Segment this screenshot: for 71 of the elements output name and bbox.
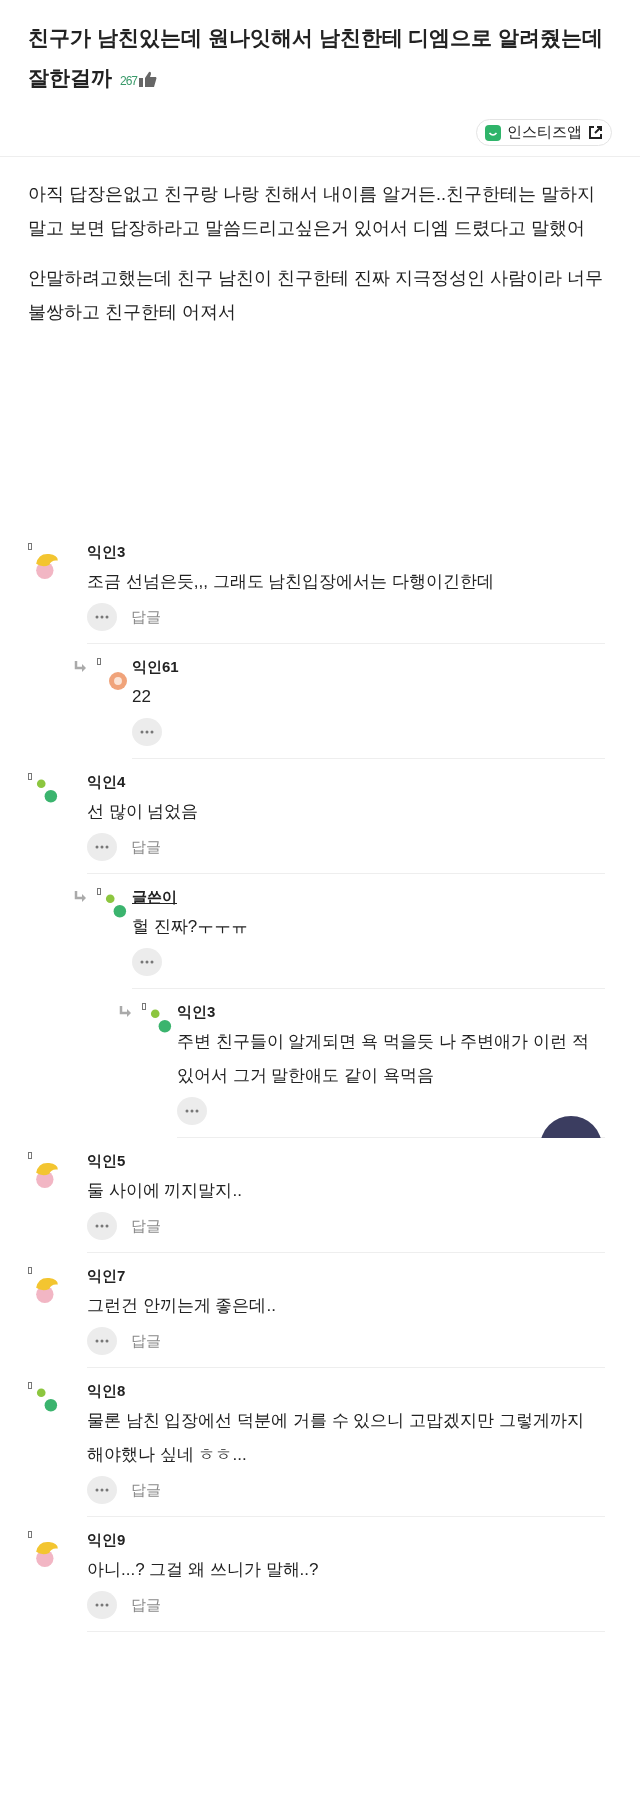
- comment-author: 글쓴이: [132, 887, 178, 907]
- comment-author: 익인5: [87, 1151, 127, 1171]
- reply-button[interactable]: 답글: [131, 1216, 161, 1236]
- more-button[interactable]: [87, 1327, 117, 1355]
- ellipsis-icon: [185, 1109, 199, 1113]
- app-icon: [485, 124, 501, 141]
- reply-button[interactable]: 답글: [131, 1480, 161, 1500]
- avatar-icon: [36, 779, 58, 803]
- ellipsis-icon: [95, 1224, 109, 1228]
- broken-image-icon: [28, 543, 32, 550]
- ellipsis-icon: [140, 730, 154, 734]
- reply-button[interactable]: 답글: [131, 837, 161, 857]
- more-button[interactable]: [177, 1097, 207, 1125]
- reply-button[interactable]: 답글: [131, 1595, 161, 1615]
- comment-author: 익인3: [177, 1002, 217, 1022]
- reply-button[interactable]: 답글: [131, 1331, 161, 1351]
- reply-button[interactable]: 답글: [131, 607, 161, 627]
- ellipsis-icon: [95, 845, 109, 849]
- ellipsis-icon: [95, 1339, 109, 1343]
- comment-text: 물론 남친 입장에선 덕분에 거를 수 있으니 고맙겠지만 그렇게까지 해야했나 싶네 ㅎㅎ...: [87, 1410, 585, 1466]
- comment-author: 익인9: [87, 1530, 127, 1550]
- more-button[interactable]: [132, 718, 162, 746]
- reply-arrow-icon: [118, 1005, 132, 1017]
- comment-text: 아니...? 그걸 왜 쓰니가 말해..?: [87, 1559, 320, 1581]
- comment-author: 익인4: [87, 772, 127, 792]
- avatar-icon: [36, 1388, 58, 1412]
- avatar-icon: [36, 1162, 58, 1188]
- ellipsis-icon: [95, 615, 109, 619]
- comment-author: 익인8: [87, 1381, 127, 1401]
- more-button[interactable]: [87, 833, 117, 861]
- comment-text: 그런건 안끼는게 좋은데..: [87, 1295, 277, 1317]
- avatar-icon: [109, 672, 127, 690]
- avatar-icon: [36, 1541, 58, 1567]
- more-button[interactable]: [87, 1591, 117, 1619]
- broken-image-icon: [97, 658, 101, 665]
- broken-image-icon: [28, 1152, 32, 1159]
- avatar-icon: [105, 894, 127, 918]
- comment-text: 둘 사이에 끼지말지..: [87, 1180, 243, 1202]
- more-button[interactable]: [87, 603, 117, 631]
- avatar-icon: [36, 553, 58, 579]
- app-button[interactable]: 인스티즈앱: [476, 119, 612, 146]
- broken-image-icon: [28, 1382, 32, 1389]
- comment-text: 22: [132, 686, 152, 708]
- comment-author: 익인61: [132, 657, 180, 677]
- comment-author: 익인7: [87, 1266, 127, 1286]
- broken-image-icon: [28, 773, 32, 780]
- ellipsis-icon: [95, 1488, 109, 1492]
- like-count: 267: [120, 74, 138, 88]
- avatar-icon: [36, 1277, 58, 1303]
- ellipsis-icon: [95, 1603, 109, 1607]
- external-link-icon: [588, 125, 603, 140]
- ellipsis-icon: [140, 960, 154, 964]
- broken-image-icon: [28, 1267, 32, 1274]
- broken-image-icon: [142, 1003, 146, 1010]
- broken-image-icon: [97, 888, 101, 895]
- comment-text: 헐 진짜?ㅜㅜㅠ: [132, 916, 250, 938]
- thumbs-up-icon: [139, 71, 158, 87]
- reply-arrow-icon: [73, 660, 87, 672]
- comment-text: 주변 친구들이 알게되면 욕 먹을듯 나 주변애가 이런 적있어서 그거 말한애도 같이 욕먹음: [177, 1031, 590, 1087]
- post-title: 친구가 남친있는데 원나잇해서 남친한테 디엠으로 알려줬는데 잘한걸까 267: [28, 25, 605, 91]
- post-paragraph: 아직 답장은없고 친구랑 나랑 친해서 내이름 알거든..친구한테는 말하지말고 보면 답장하라고 말씀드리고싶은거 있어서 디엠 드렸다고 말했어: [28, 183, 596, 240]
- comment-text: 조금 선넘은듯,,, 그래도 남친입장에서는 다행이긴한데: [87, 571, 496, 593]
- comment-author: 익인3: [87, 542, 127, 562]
- comment-text: 선 많이 넘었음: [87, 801, 200, 823]
- more-button[interactable]: [87, 1476, 117, 1504]
- avatar-icon: [150, 1009, 172, 1033]
- post-paragraph: 안말하려고했는데 친구 남친이 친구한테 진짜 지극정성인 사람이라 너무 불쌍하고 친구한테 어져서: [28, 267, 604, 324]
- more-button[interactable]: [87, 1212, 117, 1240]
- reply-arrow-icon: [73, 890, 87, 902]
- more-button[interactable]: [132, 948, 162, 976]
- broken-image-icon: [28, 1531, 32, 1538]
